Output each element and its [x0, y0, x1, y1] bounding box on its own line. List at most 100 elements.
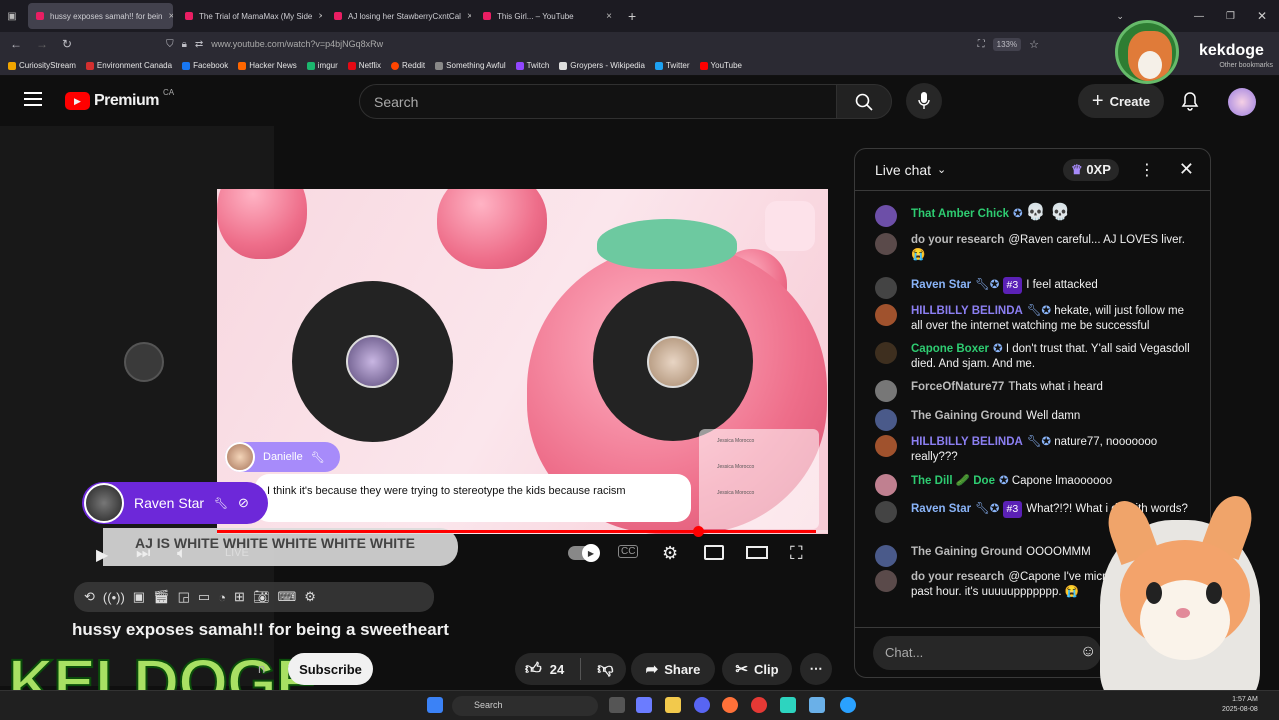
close-tab-icon[interactable]: × — [606, 11, 612, 22]
clip-button[interactable]: ✂ Clip — [722, 653, 792, 685]
youtube-logo[interactable]: ▶ Premium CA — [65, 88, 174, 110]
autoplay-toggle[interactable]: ▶ — [568, 544, 600, 562]
firefox-icon[interactable] — [722, 697, 738, 713]
add-clip-icon[interactable]: ⊞ — [234, 589, 245, 605]
close-chat-icon[interactable]: ✕ — [1179, 159, 1194, 180]
hamburger-menu-icon[interactable] — [24, 92, 42, 106]
thumbs-down-icon[interactable]: 👎︎ — [597, 660, 613, 679]
create-button[interactable]: + Create — [1078, 84, 1164, 118]
forward-icon[interactable]: → — [36, 37, 48, 51]
bookmark-environment-canada[interactable]: Environment Canada — [85, 61, 172, 70]
taskbar-search[interactable]: Search — [452, 696, 598, 716]
app-icon[interactable] — [780, 697, 796, 713]
speaker-avatar-right — [647, 336, 699, 388]
settings-gear-icon[interactable]: ⚙ — [662, 543, 678, 564]
back-icon[interactable]: ← — [10, 37, 22, 51]
reload-icon[interactable]: ↻ — [62, 37, 72, 51]
chat-author[interactable]: The Dill 🥒 Doe — [911, 475, 995, 487]
tab-2[interactable]: The Trial of MamaMax (My Side × — [177, 3, 322, 29]
url-field[interactable]: www.youtube.com/watch?v=p4bjNGq8xRw — [211, 39, 383, 49]
picture-in-picture-icon[interactable]: ◲ — [178, 589, 190, 605]
app-icon[interactable] — [751, 697, 767, 713]
bookmark-hacker-news[interactable]: Hacker News — [238, 61, 297, 70]
system-clock[interactable]: 1:57 AM 2025-08-08 — [1222, 695, 1258, 715]
tab-3[interactable]: AJ losing her StawberryCxntCal × — [326, 3, 471, 29]
gear-icon[interactable]: ⚙ — [304, 589, 316, 605]
volume-icon[interactable]: 🔈︎ — [177, 545, 187, 563]
next-icon[interactable]: ⏭︎ — [136, 545, 150, 563]
chat-author[interactable]: Capone Boxer — [911, 343, 989, 355]
chat-author[interactable]: Raven Star — [911, 503, 971, 515]
copilot-icon[interactable] — [636, 697, 652, 713]
chat-author[interactable]: do your research — [911, 571, 1004, 583]
watch-later-icon[interactable]: ▣ — [133, 589, 145, 605]
bookmark-reddit[interactable]: Reddit — [391, 61, 425, 70]
tab-4[interactable]: This Girl... – YouTube × — [475, 3, 620, 29]
close-tab-icon[interactable]: × — [318, 11, 322, 22]
screenshot-icon[interactable]: ⛶ — [978, 39, 985, 50]
bookmark-curiositystream[interactable]: CuriosityStream — [8, 61, 76, 70]
live-indicator[interactable]: LIVE — [225, 547, 249, 559]
chat-text: Thats what i heard — [1008, 381, 1103, 393]
broadcast-icon[interactable]: ((•)) — [103, 590, 125, 605]
notifications-bell-icon[interactable] — [1181, 92, 1199, 117]
close-tab-icon[interactable]: × — [169, 11, 173, 22]
bookmark-label: Netflix — [358, 61, 382, 70]
bookmark-twitch[interactable]: Twitch — [515, 61, 549, 70]
tab-1[interactable]: hussy exposes samah!! for bein × — [28, 3, 173, 29]
more-actions-button[interactable]: ⋯ — [800, 653, 832, 685]
search-button[interactable] — [836, 84, 892, 119]
theater-mode-icon[interactable] — [746, 546, 768, 559]
live-chat-title[interactable]: Live chat — [875, 162, 931, 178]
bookmark-imgur[interactable]: imgur — [306, 61, 338, 70]
progress-bar[interactable] — [217, 530, 828, 533]
loop-icon[interactable]: ⟲ — [84, 589, 95, 605]
share-button[interactable]: ➦ Share — [631, 653, 715, 685]
voice-search-button[interactable] — [906, 83, 942, 119]
chat-author[interactable]: The Gaining Ground — [911, 410, 1022, 422]
account-avatar[interactable] — [1228, 88, 1256, 116]
bookmark-something-awful[interactable]: Something Awful — [435, 61, 506, 70]
search-input[interactable]: Search — [359, 84, 837, 119]
xp-label: 0XP — [1086, 161, 1111, 177]
start-windows-icon[interactable] — [427, 697, 443, 713]
bookmark-youtube[interactable]: YouTube — [699, 61, 742, 70]
browser-icon[interactable] — [840, 697, 856, 713]
fullscreen-icon[interactable]: ⛶ — [790, 543, 803, 564]
aspect-ratio-icon[interactable]: ▭ — [198, 589, 210, 605]
chevron-down-icon[interactable]: ⌄ — [937, 163, 946, 176]
bookmark-star-icon[interactable]: ☆ — [1029, 38, 1039, 51]
like-button[interactable]: 👍︎ 24 — [525, 660, 564, 679]
close-tab-icon[interactable]: × — [467, 11, 471, 22]
more-vertical-icon[interactable]: ⋮ — [1139, 160, 1155, 180]
chat-author[interactable]: That Amber Chick — [911, 208, 1009, 220]
play-icon[interactable]: ▶ — [96, 545, 108, 565]
bookmark-netflix[interactable]: Netflix — [347, 61, 382, 70]
bookmark-groypers-wikipedia[interactable]: Groypers - Wikipedia — [559, 61, 645, 70]
miniplayer-icon[interactable] — [704, 545, 724, 560]
subtitles-icon[interactable]: CC — [618, 545, 639, 558]
keyboard-icon[interactable]: ⌨ — [277, 589, 296, 605]
chat-author[interactable]: The Gaining Ground — [911, 546, 1022, 558]
scrubber-handle[interactable] — [693, 526, 704, 537]
new-tab-icon[interactable]: + — [628, 8, 636, 24]
clapper-icon[interactable]: 🎬︎ — [153, 589, 170, 605]
chat-author[interactable]: do your research — [911, 234, 1004, 246]
file-explorer-icon[interactable] — [665, 697, 681, 713]
discord-icon[interactable] — [694, 697, 710, 713]
zoom-level[interactable]: 133% — [992, 37, 1022, 51]
bookmark-facebook[interactable]: Facebook — [182, 61, 228, 70]
chat-author[interactable]: HILLBILLY BELINDA — [911, 305, 1023, 317]
notepad-icon[interactable] — [809, 697, 825, 713]
chat-author[interactable]: HILLBILLY BELINDA — [911, 436, 1023, 448]
camera-icon[interactable]: 📷︎ — [253, 589, 270, 605]
subscribe-button[interactable]: Subscribe — [288, 653, 373, 685]
tab-list-icon[interactable]: ▣ — [0, 11, 24, 22]
side-chat-name: Jessica Morocco — [717, 464, 755, 470]
speedometer-icon[interactable]: ◔ — [218, 590, 226, 605]
chat-author[interactable]: ForceOfNature77 — [911, 381, 1004, 393]
xp-badge[interactable]: ♛ 0XP — [1063, 158, 1119, 181]
task-view-icon[interactable] — [609, 697, 625, 713]
chat-author[interactable]: Raven Star — [911, 279, 971, 291]
bookmark-twitter[interactable]: Twitter — [654, 61, 690, 70]
